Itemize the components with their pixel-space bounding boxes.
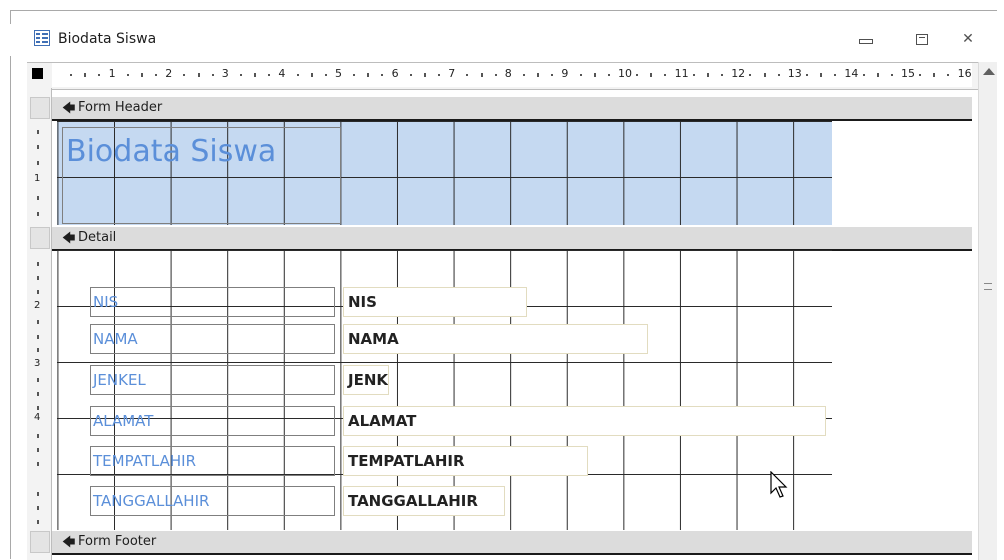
scroll-grip-icon (984, 283, 992, 290)
vertical-ruler-tick (37, 462, 39, 466)
restore-icon (916, 34, 928, 45)
ruler-number: 10 (618, 67, 632, 80)
vertical-ruler-tick (37, 145, 39, 149)
ruler-number: 8 (504, 67, 512, 80)
header-section-selector[interactable] (30, 97, 50, 119)
field-control-tanggallahir[interactable]: TANGGALLAHIR (343, 486, 505, 516)
detail-bar[interactable] (52, 227, 972, 251)
vertical-ruler-tick (37, 276, 39, 280)
ruler-number: 16 (957, 67, 972, 80)
vertical-scrollbar[interactable] (978, 62, 997, 560)
vertical-ruler-tick (37, 392, 39, 396)
vertical-ruler-number: 2 (34, 300, 41, 311)
ruler-number: 15 (901, 67, 915, 80)
field-control-nis[interactable]: NIS (343, 287, 527, 317)
ruler-number: 3 (221, 67, 229, 80)
vertical-ruler-tick (37, 212, 39, 216)
field-label-jenkel[interactable]: JENKEL (90, 365, 335, 395)
detail-title: Detail (78, 230, 117, 245)
vertical-ruler-tick (37, 130, 39, 134)
section-arrow-icon: 🡄 (62, 535, 76, 550)
ruler-number: 7 (448, 67, 456, 80)
ruler-number: 12 (731, 67, 746, 80)
form-header-title: Form Header (78, 100, 163, 115)
section-arrow-icon: 🡄 (62, 231, 76, 246)
ruler-number: 6 (391, 67, 399, 80)
section-arrow-icon: 🡄 (62, 101, 76, 116)
ruler-number: 9 (561, 67, 569, 80)
vertical-ruler-tick (37, 262, 39, 266)
scroll-up-icon[interactable] (983, 68, 995, 75)
horizontal-ruler[interactable]: 1 2 3 4 5 6 7 8 9 10 11 12 13 14 15 16 (52, 63, 972, 87)
form-icon (34, 30, 50, 46)
detail-section-selector[interactable] (30, 227, 50, 249)
vertical-ruler-tick (37, 492, 39, 496)
restore-button[interactable] (902, 26, 942, 52)
footer-section-selector[interactable] (30, 531, 50, 553)
vertical-ruler[interactable] (27, 88, 52, 560)
mouse-cursor-icon (770, 470, 790, 503)
ruler-number: 11 (674, 67, 689, 80)
form-header-bar[interactable] (52, 97, 972, 121)
vertical-ruler-tick (37, 434, 39, 438)
form-title-label[interactable]: Biodata Siswa (66, 134, 276, 169)
form-footer-bar[interactable] (52, 531, 972, 555)
vertical-ruler-tick (37, 290, 39, 294)
field-label-tempatlahir[interactable]: TEMPATLAHIR (90, 446, 335, 476)
field-label-nis[interactable]: NIS (90, 287, 335, 317)
ruler-number: 4 (278, 67, 286, 80)
vertical-ruler-tick (37, 196, 39, 200)
close-button[interactable]: ✕ (948, 26, 988, 52)
form-selector[interactable] (32, 68, 43, 79)
field-control-jenkel[interactable]: JENK (343, 365, 389, 395)
minimize-icon (859, 39, 873, 44)
vertical-ruler-tick (37, 448, 39, 452)
vertical-ruler-tick (37, 335, 39, 339)
ruler-number: 2 (165, 67, 173, 80)
field-label-nama[interactable]: NAMA (90, 324, 335, 354)
vertical-ruler-tick (37, 348, 39, 352)
vertical-ruler-tick (37, 161, 39, 165)
field-control-tempatlahir[interactable]: TEMPATLAHIR (343, 446, 588, 476)
ruler-number: 5 (335, 67, 342, 80)
ruler-number: 1 (108, 67, 116, 80)
vertical-ruler-number: 3 (34, 358, 41, 369)
vertical-ruler-tick (37, 506, 39, 510)
field-label-alamat[interactable]: ALAMAT (90, 406, 335, 436)
vertical-ruler-number: 4 (34, 412, 41, 423)
minimize-button[interactable] (846, 26, 886, 52)
close-icon: ✕ (962, 31, 974, 47)
vertical-ruler-tick (37, 320, 39, 324)
field-control-nama[interactable]: NAMA (343, 324, 648, 354)
ruler-number: 14 (844, 67, 859, 80)
field-control-alamat[interactable]: ALAMAT (343, 406, 826, 436)
form-footer-title: Form Footer (78, 534, 157, 549)
vertical-ruler-number: 1 (34, 173, 41, 184)
vertical-ruler-tick (37, 406, 39, 410)
vertical-ruler-tick (37, 520, 39, 524)
field-label-tanggallahir[interactable]: TANGGALLAHIR (90, 486, 335, 516)
vertical-ruler-tick (37, 378, 39, 382)
ruler-number: 13 (787, 67, 802, 80)
window-title: Biodata Siswa (58, 31, 157, 47)
